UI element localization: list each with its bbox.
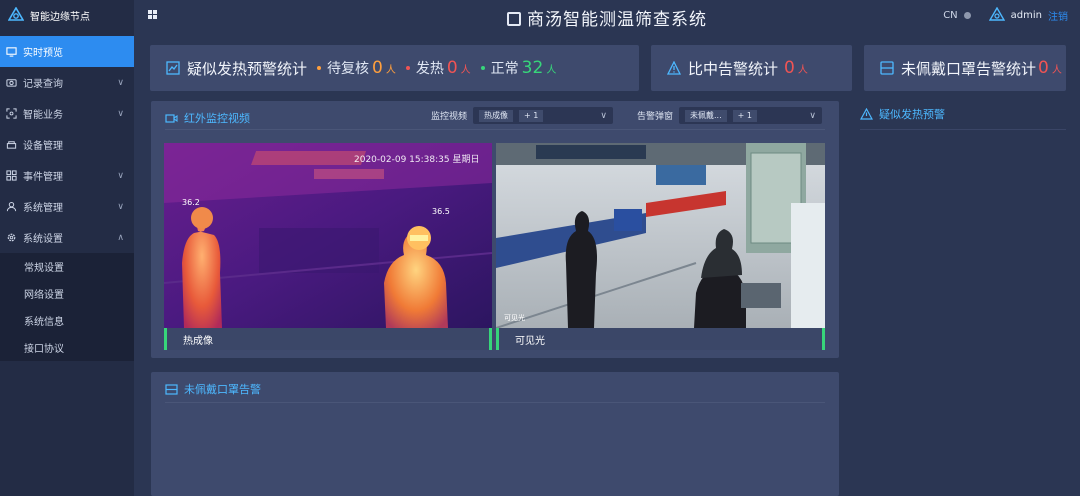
video-camera-icon [165, 113, 178, 123]
fever-alert-title: 疑似发热预警 [860, 106, 945, 122]
sidebar: 智能边缘节点 实时预览 记录查询 ∨ 智能业务 ∨ 设备管理 事件管理 ∨ 系统… [0, 0, 134, 496]
mask-alarm-title: 未佩戴口罩告警统计 [901, 59, 1037, 78]
top-bar: 商汤智能测温筛查系统 CN admin 注销 [134, 0, 1080, 30]
video-corner-label: 可见光 [504, 314, 525, 322]
menu-grid-icon[interactable] [148, 10, 157, 19]
warning-triangle-icon [667, 61, 681, 75]
chevron-down-icon: ∨ [117, 108, 124, 119]
fever-stat: 发热 0 人 [405, 58, 471, 78]
scan-face-icon [6, 108, 17, 119]
pending-count: 0 [372, 58, 383, 78]
visible-caption: 可见光 [515, 335, 545, 347]
gear-icon [7, 233, 16, 242]
top-right-controls: CN admin 注销 [943, 7, 1068, 23]
visible-caption-bar: 可见光 [496, 328, 825, 350]
grid-apps-icon [6, 170, 17, 181]
chevron-up-icon: ∧ [117, 232, 124, 243]
page-title: 商汤智能测温筛查系统 [134, 5, 1080, 30]
chevron-down-icon: ∨ [600, 110, 608, 121]
brand: 智能边缘节点 [0, 0, 134, 30]
alarm-popup-control: 告警弹窗 未佩戴... + 1 ∨ [637, 107, 823, 124]
sidebar-item-label: 系统管理 [23, 203, 63, 214]
infrared-video-panel: 红外监控视频 监控视频 热成像 + 1 ∨ 告警弹窗 未佩戴... + 1 ∨ [151, 101, 839, 358]
sidebar-item-label: 设备管理 [23, 141, 63, 152]
compare-alarm-card: 比中告警统计 0人 [651, 45, 852, 91]
submenu-item-interface-protocol[interactable]: 接口协议 [0, 334, 134, 361]
monitor-video-select[interactable]: 热成像 + 1 ∨ [473, 107, 614, 124]
sidebar-item-label: 记录查询 [23, 79, 63, 90]
temperature-reading: 36.2 [182, 198, 200, 207]
more-tag: + 1 [519, 109, 544, 122]
monitor-video-control: 监控视频 热成像 + 1 ∨ [431, 107, 614, 124]
mask-alarm-panel: 未佩戴口罩告警 [151, 372, 839, 496]
normal-stat: 正常 32 人 [480, 58, 556, 78]
thermal-caption-bar: 热成像 [164, 328, 492, 350]
thermal-image [164, 143, 492, 328]
thermal-video-feed[interactable]: 2020-02-09 15:38:35 星期日 36.2 36.5 热成像 [164, 143, 492, 350]
thermal-caption: 热成像 [183, 335, 213, 347]
compare-alarm-stat: 0人 [784, 58, 808, 78]
selected-tag: 未佩戴... [685, 109, 727, 122]
panel-divider [165, 402, 825, 403]
monitor-video-label: 监控视频 [431, 112, 468, 122]
compare-alarm-title: 比中告警统计 [688, 59, 779, 78]
language-switch[interactable]: CN [943, 10, 957, 21]
temperature-reading: 36.5 [432, 207, 450, 216]
compare-alarm-count: 0 [784, 58, 795, 78]
warning-triangle-icon [860, 108, 873, 120]
sidebar-item-smart-business[interactable]: 智能业务 ∨ [0, 98, 134, 129]
fever-alert-divider [860, 129, 1066, 130]
selected-tag: 热成像 [479, 109, 514, 122]
system-settings-submenu: 常规设置 网络设置 系统信息 接口协议 [0, 253, 134, 361]
logout-link[interactable]: 注销 [1048, 8, 1068, 23]
user-icon [6, 201, 17, 212]
user-avatar-icon [988, 7, 1005, 21]
visible-light-video-feed[interactable]: 可见光 可见光 [496, 143, 825, 350]
app-logo-icon [507, 12, 521, 26]
sidebar-item-record-query[interactable]: 记录查询 ∨ [0, 67, 134, 98]
alarm-popup-label: 告警弹窗 [637, 112, 674, 122]
sidebar-item-label: 智能业务 [23, 110, 63, 121]
chevron-down-icon: ∨ [117, 201, 124, 212]
chevron-down-icon: ∨ [117, 77, 124, 88]
fever-stats-card: 疑似发热预警统计 待复核 0 人 发热 0 人 正常 32 人 [150, 45, 639, 91]
username: admin [1010, 9, 1042, 21]
mask-panel-title: 未佩戴口罩告警 [165, 381, 261, 397]
mask-icon [880, 61, 894, 75]
sidebar-item-system-management[interactable]: 系统管理 ∨ [0, 191, 134, 222]
device-icon [6, 141, 17, 149]
brand-logo-icon [8, 7, 24, 21]
chevron-down-icon: ∨ [809, 110, 817, 121]
sidebar-item-label: 实时预览 [23, 48, 63, 59]
video-panel-title: 红外监控视频 [165, 110, 250, 126]
submenu-item-general-settings[interactable]: 常规设置 [0, 253, 134, 280]
more-tag: + 1 [732, 109, 757, 122]
sidebar-item-system-settings[interactable]: 系统设置 ∧ [0, 222, 134, 253]
panel-divider [165, 129, 825, 130]
alarm-popup-select[interactable]: 未佩戴... + 1 ∨ [679, 107, 823, 124]
brand-name: 智能边缘节点 [30, 11, 90, 23]
pending-review-stat: 待复核 0 人 [317, 58, 396, 78]
camera-icon [6, 79, 17, 87]
normal-count: 32 [521, 58, 544, 78]
mask-icon [165, 383, 178, 395]
fever-count: 0 [446, 58, 458, 78]
sidebar-item-label: 系统设置 [23, 234, 63, 245]
sidebar-item-event-management[interactable]: 事件管理 ∨ [0, 160, 134, 191]
mask-alarm-stat: 0人 [1038, 58, 1062, 78]
submenu-item-network-settings[interactable]: 网络设置 [0, 280, 134, 307]
fever-stats-title: 疑似发热预警统计 [187, 59, 308, 78]
video-timestamp: 2020-02-09 15:38:35 星期日 [354, 155, 480, 165]
monitor-icon [6, 47, 17, 57]
visible-light-image [496, 143, 825, 329]
language-dot-icon [963, 11, 971, 19]
chart-line-icon [166, 61, 180, 75]
chevron-down-icon: ∨ [117, 170, 124, 181]
sidebar-item-device-management[interactable]: 设备管理 [0, 129, 134, 160]
sidebar-item-label: 事件管理 [23, 172, 63, 183]
mask-alarm-count: 0 [1038, 58, 1049, 78]
submenu-item-system-info[interactable]: 系统信息 [0, 307, 134, 334]
mask-alarm-card: 未佩戴口罩告警统计 0人 [864, 45, 1066, 91]
sidebar-item-live-preview[interactable]: 实时预览 [0, 36, 134, 67]
